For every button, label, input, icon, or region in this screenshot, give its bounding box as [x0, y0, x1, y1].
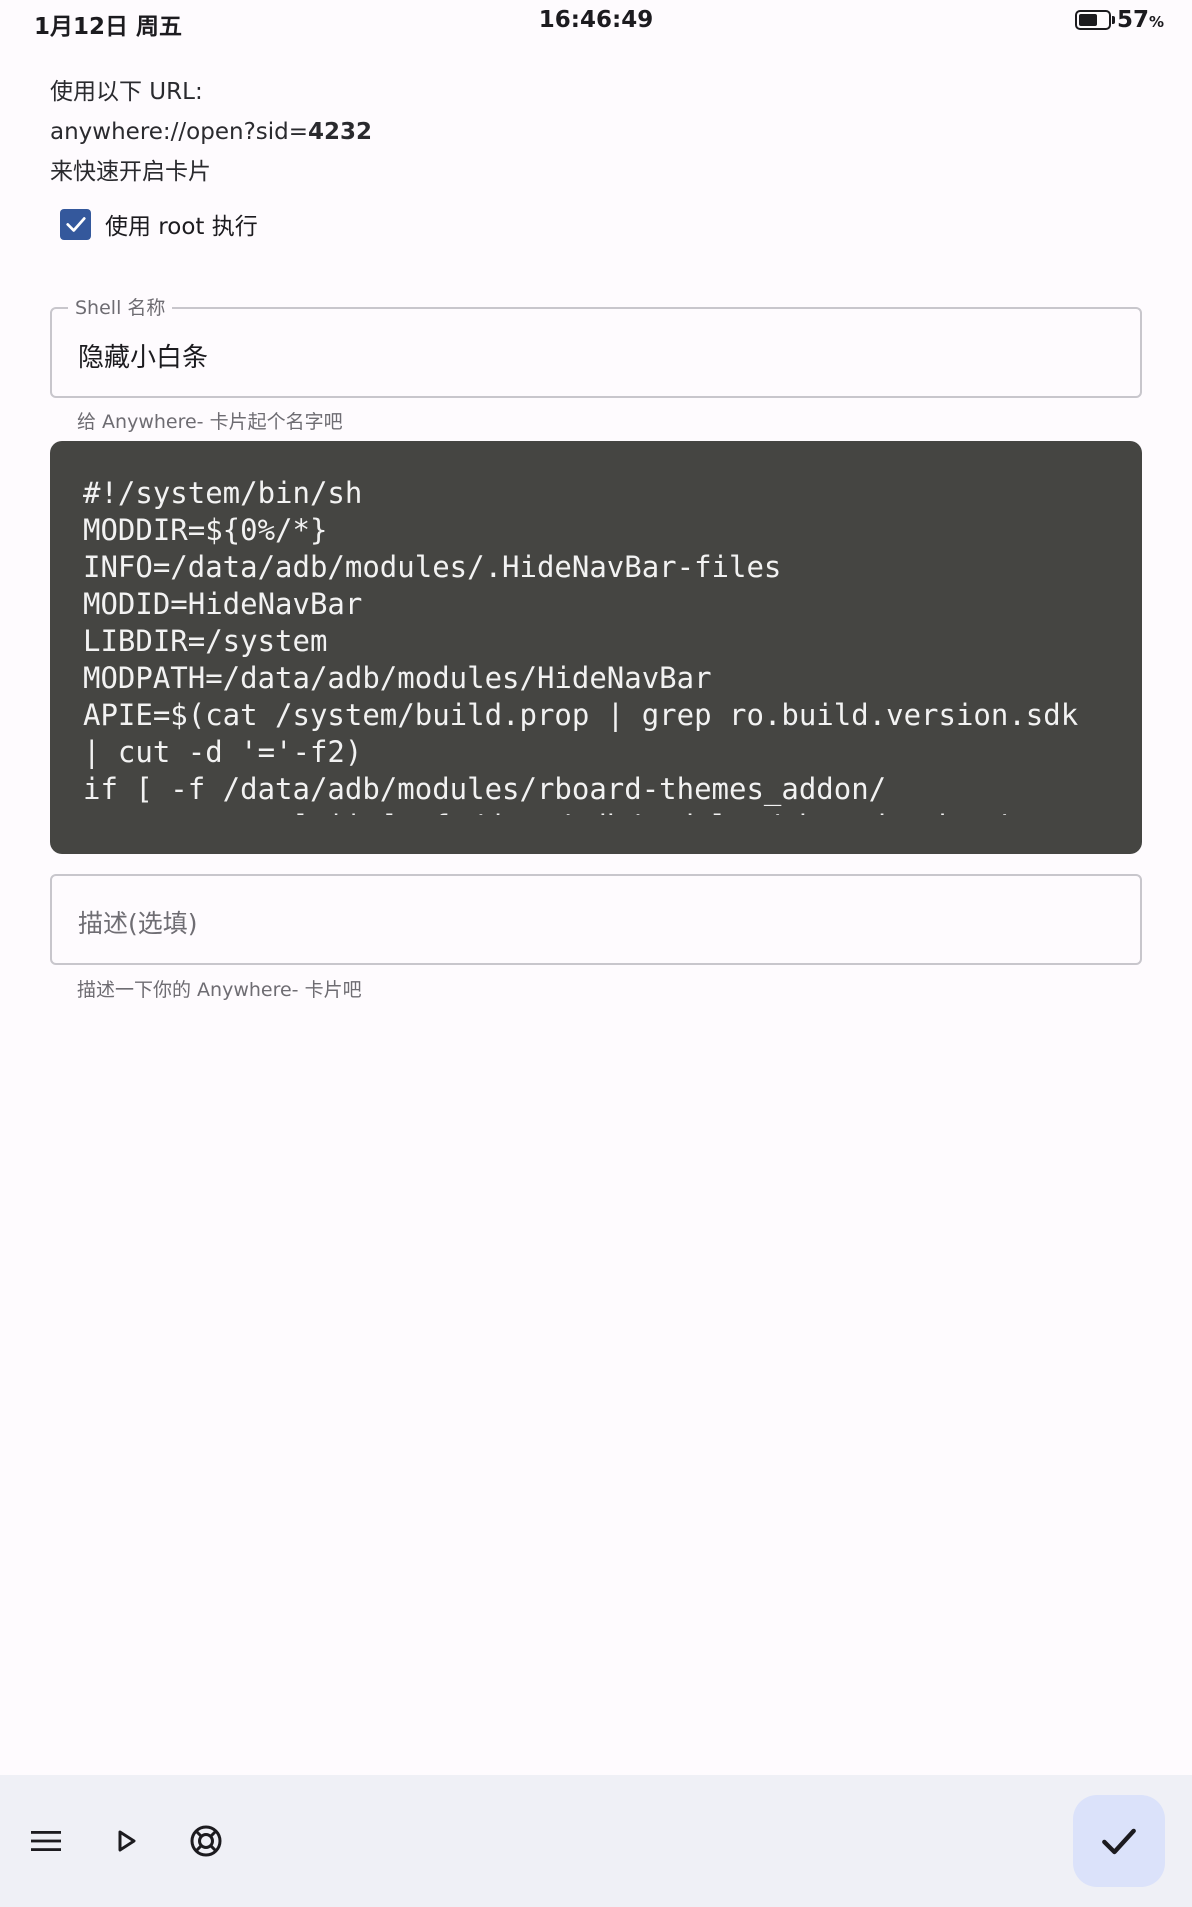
- code-line: MODPATH=/data/adb/modules/HideNavBar: [83, 661, 712, 695]
- description-placeholder: 描述(选填): [78, 909, 198, 938]
- check-icon: [1102, 1828, 1136, 1855]
- code-line: INFO=/data/adb/modules/.HideNavBar-files: [83, 550, 782, 584]
- battery-indicator: 57%: [1074, 7, 1164, 33]
- url-sid: 4232: [308, 119, 373, 145]
- url-line[interactable]: anywhere://open?sid=4232: [50, 112, 372, 152]
- code-line: MODID=HideNavBar: [83, 587, 363, 621]
- code-line: system.prop ] || [ -f /data/adb/modules/…: [83, 808, 1122, 815]
- shell-code-text[interactable]: #!/system/bin/sh MODDIR=${0%/*} INFO=/data…: [83, 475, 1122, 815]
- battery-unit: %: [1148, 13, 1164, 31]
- shell-name-field[interactable]: Shell 名称 隐藏小白条: [50, 293, 1142, 398]
- url-prefix: anywhere://open?sid=: [50, 119, 309, 145]
- checkmark-icon: [65, 217, 86, 232]
- play-icon[interactable]: [104, 1819, 148, 1863]
- battery-icon: [1074, 10, 1115, 30]
- code-line: APIE=$(cat /system/build.prop | grep ro.…: [83, 698, 1079, 732]
- code-line: | cut -d '='-f2): [83, 735, 363, 769]
- url-info: 使用以下 URL: anywhere://open?sid=4232 来快速开启…: [50, 72, 372, 192]
- shell-name-value: 隐藏小白条: [78, 343, 209, 373]
- code-line: #!/system/bin/sh: [83, 476, 363, 510]
- status-bar: 1月12日 周五 16:46:49 57%: [0, 0, 1192, 44]
- shell-name-helper: 给 Anywhere- 卡片起个名字吧: [77, 411, 343, 433]
- url-intro: 使用以下 URL:: [50, 79, 203, 105]
- code-line: MODDIR=${0%/*}: [83, 513, 328, 547]
- bottom-app-bar: [0, 1775, 1192, 1907]
- root-option[interactable]: 使用 root 执行: [60, 207, 258, 241]
- shell-name-label: Shell 名称: [68, 293, 173, 320]
- description-helper: 描述一下你的 Anywhere- 卡片吧: [77, 979, 362, 1001]
- menu-icon[interactable]: [24, 1819, 68, 1863]
- root-checkbox-label: 使用 root 执行: [105, 214, 258, 240]
- url-outro: 来快速开启卡片: [50, 159, 211, 185]
- shell-code-editor[interactable]: #!/system/bin/sh MODDIR=${0%/*} INFO=/data…: [50, 441, 1142, 854]
- root-checkbox[interactable]: [60, 208, 91, 240]
- description-field[interactable]: 描述(选填): [50, 874, 1142, 965]
- status-time: 16:46:49: [538, 7, 654, 33]
- confirm-fab[interactable]: [1073, 1795, 1165, 1887]
- code-line: if [ -f /data/adb/modules/rboard-themes_…: [83, 772, 887, 806]
- code-line: LIBDIR=/system: [83, 624, 328, 658]
- battery-percent: 57: [1116, 7, 1149, 33]
- lifebuoy-icon[interactable]: [184, 1819, 228, 1863]
